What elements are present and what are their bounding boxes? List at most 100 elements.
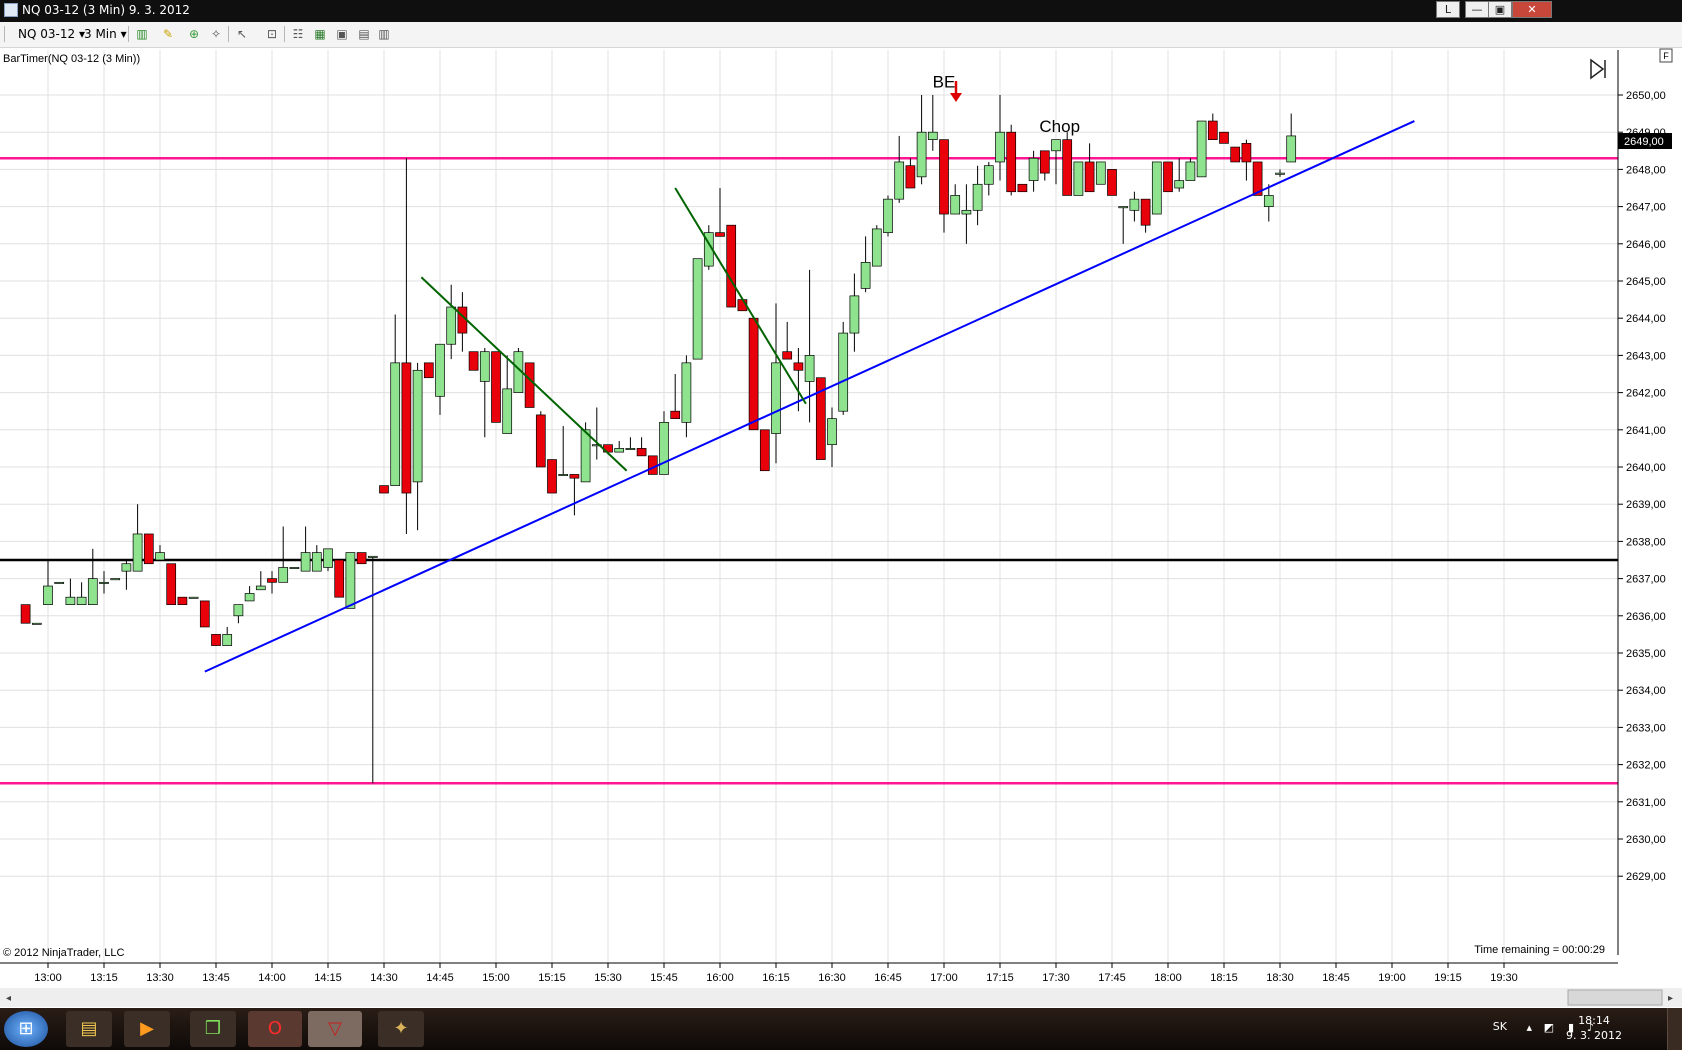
- chart-trader-icon[interactable]: ▦: [312, 26, 328, 42]
- toolbar-separator: [128, 26, 129, 42]
- time-tick-label: 14:15: [314, 972, 342, 984]
- toolbar-grip[interactable]: [4, 26, 5, 42]
- scroll-right-icon[interactable]: ▸: [1668, 993, 1673, 1004]
- layout-icon[interactable]: ▥: [376, 26, 392, 42]
- bar-style-icon[interactable]: ▥: [134, 26, 150, 42]
- candle-body: [1129, 198, 1140, 211]
- time-tick-label: 14:30: [370, 972, 398, 984]
- candle-body: [345, 552, 356, 609]
- candle-body: [1039, 150, 1050, 174]
- candle-body: [558, 474, 569, 476]
- close-button[interactable]: ✕: [1512, 1, 1552, 18]
- candle-body: [1073, 161, 1084, 196]
- window-title: NQ 03-12 (3 Min) 9. 3. 2012: [22, 3, 190, 17]
- window-titlebar[interactable]: NQ 03-12 (3 Min) 9. 3. 2012 L — ▣ ✕: [0, 0, 1682, 22]
- candle-body: [311, 552, 322, 572]
- candle-body: [446, 306, 457, 345]
- price-tick-label: 2645,00: [1626, 276, 1666, 288]
- show-desktop-button[interactable]: [1667, 1008, 1682, 1050]
- time-tick-label: 18:45: [1322, 972, 1350, 984]
- game-app-icon[interactable]: ✦: [378, 1011, 424, 1047]
- time-tick-label: 17:00: [930, 972, 958, 984]
- candle-body: [300, 552, 311, 572]
- candle-body: [244, 593, 255, 602]
- media-player-icon[interactable]: ▶: [124, 1011, 170, 1047]
- ninjatrader-icon[interactable]: ▽: [308, 1011, 362, 1047]
- time-tick-label: 13:45: [202, 972, 230, 984]
- candle-body: [479, 351, 490, 382]
- chart-annotation: BE: [933, 73, 956, 92]
- file-explorer-icon[interactable]: ▤: [66, 1011, 112, 1047]
- panel-tag-label: F: [1663, 51, 1669, 61]
- candle-body: [535, 414, 546, 468]
- tray-arrow-icon[interactable]: ▴: [1526, 1021, 1532, 1034]
- price-tick-label: 2637,00: [1626, 574, 1666, 586]
- candle-body: [323, 548, 333, 568]
- candle-body: [849, 295, 860, 334]
- candle-body: [99, 581, 109, 584]
- scroll-left-icon[interactable]: ◂: [6, 993, 11, 1004]
- language-indicator[interactable]: SK: [1493, 1020, 1507, 1033]
- cursor-icon[interactable]: ↖: [234, 26, 250, 42]
- add-indicator-icon[interactable]: ⊕: [186, 26, 202, 42]
- interval-selector[interactable]: 3 Min ▾: [84, 26, 127, 42]
- time-tick-label: 18:30: [1266, 972, 1294, 984]
- candle-body: [76, 596, 87, 605]
- lock-button[interactable]: L: [1436, 1, 1460, 18]
- scrollbar-thumb[interactable]: [1567, 989, 1663, 1006]
- drawing-pencil-icon[interactable]: ✎: [160, 26, 176, 42]
- candle-body: [155, 552, 165, 561]
- candle-body: [961, 209, 972, 215]
- zoom-icon[interactable]: ▣: [334, 26, 350, 42]
- price-tick-label: 2632,00: [1626, 760, 1666, 772]
- candle-body: [166, 563, 177, 605]
- time-tick-label: 19:30: [1490, 972, 1518, 984]
- candle-body: [748, 317, 759, 431]
- candle-body: [580, 429, 591, 483]
- candle-body: [222, 634, 233, 646]
- candle-body: [132, 533, 143, 572]
- minimize-button[interactable]: —: [1465, 1, 1489, 18]
- candle-body: [782, 351, 793, 360]
- candle-body: [524, 362, 535, 408]
- opera-browser-icon[interactable]: O: [248, 1011, 302, 1047]
- candle-body: [681, 362, 692, 423]
- last-price-label: 2649,00: [1624, 136, 1664, 148]
- candle-body: [1107, 169, 1117, 196]
- candle-body: [121, 563, 132, 572]
- candle-body: [692, 258, 703, 360]
- candle-body: [927, 131, 938, 140]
- clock-date: 9. 3. 2012: [1566, 1029, 1622, 1042]
- price-tick-label: 2644,00: [1626, 313, 1666, 325]
- price-tick-label: 2635,00: [1626, 648, 1666, 660]
- indicator-label: BarTimer(NQ 03-12 (3 Min)): [3, 53, 140, 65]
- candle-body: [1163, 161, 1173, 193]
- system-clock[interactable]: 18:14 9. 3. 2012: [1566, 1013, 1622, 1043]
- time-tick-label: 14:45: [426, 972, 454, 984]
- windows-taskbar: ⊞ ▤ ▶ ❒ O ▽ ✦ SK ▴ ◩ ▮ ♪ 18:14 9. 3. 201…: [0, 1008, 1682, 1050]
- candle-body: [1151, 161, 1162, 215]
- candle-body: [905, 165, 916, 189]
- book-app-icon[interactable]: ❒: [190, 1011, 236, 1047]
- restore-button[interactable]: ▣: [1488, 1, 1512, 18]
- chart-properties-icon[interactable]: ☷: [290, 26, 306, 42]
- horizontal-scrollbar[interactable]: [0, 988, 1682, 1007]
- windows-start-icon[interactable]: ⊞: [4, 1011, 48, 1047]
- candle-body: [883, 198, 893, 233]
- data-box-icon[interactable]: ⊡: [264, 26, 280, 42]
- price-tick-label: 2631,00: [1626, 797, 1666, 809]
- price-chart[interactable]: BE Chop 2629,00 2630,00 2631,00 2632,00 2633,…: [0, 48, 1682, 1008]
- candle-body: [401, 362, 412, 494]
- candle-body: [1286, 135, 1297, 163]
- network-icon[interactable]: ◩: [1544, 1021, 1554, 1034]
- instrument-selector[interactable]: NQ 03-12 ▾: [18, 26, 85, 42]
- chart-toolbar: NQ 03-12 ▾ 3 Min ▾ ▥ ✎ ⊕ ✧ ↖ ⊡ ☷ ▦ ▣ ▤ ▥: [0, 22, 1682, 48]
- candle-body: [983, 165, 994, 185]
- price-tick-label: 2639,00: [1626, 499, 1666, 511]
- properties-icon[interactable]: ▤: [356, 26, 372, 42]
- candle-body: [143, 533, 154, 565]
- candle-body: [804, 355, 815, 382]
- strategy-icon[interactable]: ✧: [208, 26, 224, 42]
- candle-body: [334, 559, 345, 598]
- candle-body: [412, 369, 423, 483]
